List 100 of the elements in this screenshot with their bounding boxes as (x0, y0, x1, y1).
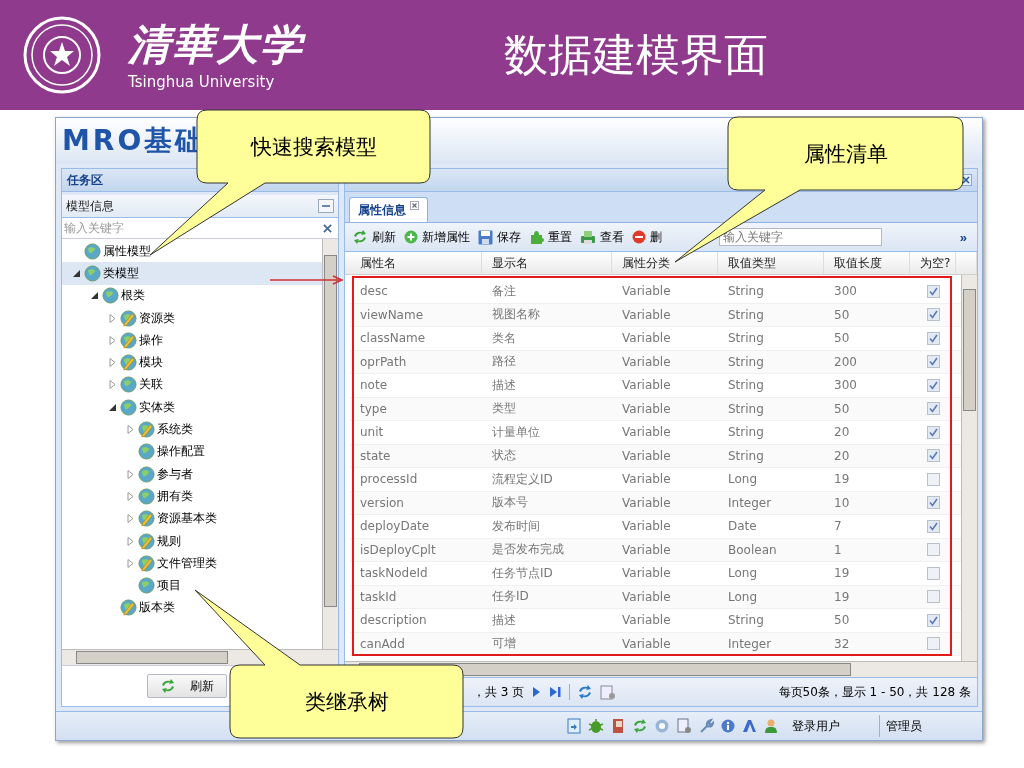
emblem-icon (22, 15, 102, 95)
table-cell: String (728, 284, 764, 299)
checkbox[interactable] (926, 496, 940, 510)
scrollbar[interactable] (961, 275, 977, 661)
tree-item[interactable]: 类模型 (62, 262, 322, 285)
table-cell: Integer (728, 636, 772, 651)
checkbox[interactable] (926, 284, 940, 298)
globe-pencil-icon (138, 532, 155, 550)
report-icon[interactable] (676, 718, 692, 734)
table-cell: Variable (622, 401, 671, 416)
globe-icon (102, 287, 119, 305)
toolbar-button[interactable]: 保存 (475, 226, 524, 248)
column-header[interactable]: 属性名 (350, 252, 482, 274)
collapsed-arrow-icon[interactable] (126, 514, 134, 524)
column-header[interactable]: 取值类型 (718, 252, 824, 274)
toolbar-button[interactable]: 重置 (526, 226, 575, 248)
refresh-icon[interactable] (577, 685, 594, 699)
tree-item[interactable]: 实体类 (62, 396, 322, 419)
tree-item[interactable]: 操作配置 (62, 440, 322, 463)
wrench-icon[interactable] (698, 718, 714, 734)
tree-item[interactable]: 属性模型 (62, 240, 322, 263)
tree-item[interactable]: 拥有类 (62, 485, 322, 508)
search-field[interactable]: 输入关键字 (62, 218, 338, 239)
checkbox[interactable] (926, 402, 940, 416)
user-field: 管理员 (879, 715, 982, 737)
search-field[interactable]: 输入关键字 (718, 228, 882, 246)
minus-icon (322, 202, 330, 210)
table-cell: Variable (622, 354, 671, 369)
collapsed-arrow-icon[interactable] (108, 335, 116, 345)
info-icon[interactable] (720, 718, 736, 734)
checkbox[interactable] (926, 425, 940, 439)
book-icon[interactable] (610, 718, 626, 734)
refresh-button[interactable]: 刷新 (147, 674, 227, 698)
refresh-icon[interactable] (632, 718, 648, 734)
collapse-button[interactable] (318, 199, 334, 213)
checkbox[interactable] (926, 566, 940, 580)
column-header[interactable]: 为空? (910, 252, 956, 274)
table-cell: Variable (622, 495, 671, 510)
more-button[interactable]: » (953, 228, 973, 246)
collapsed-arrow-icon[interactable] (126, 425, 134, 434)
document-icon[interactable] (566, 718, 582, 734)
column-header[interactable]: 显示名 (482, 252, 612, 274)
collapsed-arrow-icon[interactable] (126, 536, 134, 546)
collapsed-arrow-icon[interactable] (108, 380, 116, 390)
tree-item[interactable]: 资源基本类 (62, 507, 322, 530)
tree-item[interactable]: 根类 (62, 284, 322, 307)
checkbox[interactable] (926, 331, 940, 345)
tree-item[interactable]: 规则 (62, 529, 322, 553)
expanded-arrow-icon[interactable] (108, 402, 116, 412)
last-page-icon[interactable] (548, 686, 563, 698)
table-cell: 10 (834, 495, 850, 510)
tree-item[interactable]: 项目 (62, 574, 322, 597)
collapsed-arrow-icon[interactable] (126, 491, 134, 501)
bug-icon[interactable] (588, 718, 604, 734)
checkbox[interactable] (926, 449, 940, 463)
scrollbar[interactable] (322, 239, 338, 649)
checkbox[interactable] (926, 590, 940, 604)
user-icon[interactable] (764, 718, 780, 734)
table-cell: 任务节点ID (492, 564, 553, 582)
checkbox[interactable] (926, 308, 940, 322)
minus-icon (632, 230, 646, 244)
table-cell: 50 (834, 613, 850, 628)
table-cell: 任务ID (492, 588, 529, 606)
puzzle-icon (529, 229, 544, 245)
collapsed-arrow-icon[interactable] (126, 558, 134, 568)
tab[interactable]: 属性信息 (349, 197, 428, 222)
checkbox[interactable] (926, 613, 940, 627)
toolbar-button[interactable]: 查看 (577, 226, 627, 248)
table-cell: viewName (360, 307, 424, 322)
tree-item[interactable]: 关联 (62, 373, 322, 397)
tree-item[interactable]: 版本类 (62, 596, 322, 620)
clear-icon[interactable] (323, 223, 332, 233)
checkbox[interactable] (926, 519, 940, 533)
expanded-arrow-icon[interactable] (72, 268, 80, 278)
checkbox[interactable] (926, 378, 940, 392)
tree-item[interactable]: 参与者 (62, 462, 322, 486)
collapsed-arrow-icon[interactable] (108, 313, 116, 323)
tree-item[interactable]: 系统类 (62, 418, 322, 441)
table-cell: Variable (622, 636, 671, 651)
table-cell: 50 (834, 331, 850, 346)
collapsed-arrow-icon[interactable] (126, 469, 134, 479)
checkbox[interactable] (926, 637, 940, 651)
close-icon[interactable] (410, 201, 419, 210)
column-header[interactable]: 取值长度 (824, 252, 910, 274)
checkbox[interactable] (926, 543, 940, 557)
expanded-arrow-icon[interactable] (90, 291, 98, 301)
checkbox[interactable] (926, 355, 940, 369)
tree-item[interactable]: 资源类 (62, 306, 322, 330)
next-page-icon[interactable] (531, 686, 542, 698)
tree-item[interactable]: 操作 (62, 329, 322, 352)
tree-item[interactable]: 模块 (62, 351, 322, 374)
tree-item[interactable]: 文件管理类 (62, 552, 322, 575)
collapsed-arrow-icon[interactable] (108, 358, 116, 368)
toolbar-button[interactable]: 新增属性 (401, 226, 473, 248)
table-cell: 视图名称 (492, 306, 540, 324)
toolbar-button[interactable]: 删 (629, 226, 665, 248)
table-cell: 300 (834, 284, 857, 299)
table-cell: 19 (834, 472, 850, 487)
checkbox[interactable] (926, 472, 940, 486)
toolbar-button[interactable]: 刷新 (349, 226, 399, 248)
